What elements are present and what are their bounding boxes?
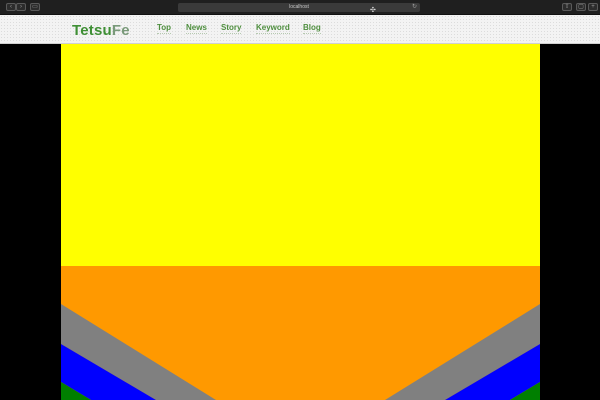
sidebar-icon: ▭ [32, 4, 38, 10]
tabs-button[interactable]: ▢ [576, 3, 586, 11]
tabs-icon: ▢ [578, 4, 584, 10]
reload-icon[interactable]: ↻ [412, 4, 417, 11]
back-button[interactable]: ‹ [6, 3, 16, 11]
nav-item-story[interactable]: Story [221, 23, 242, 34]
nav-item-blog[interactable]: Blog [303, 23, 321, 34]
logo-text-primary: Tetsu [72, 22, 112, 39]
logo-text-secondary: Fe [111, 22, 130, 39]
sidebar-toggle-button[interactable]: ▭ [30, 3, 40, 11]
mouse-cursor-icon: ✣ [370, 7, 376, 14]
chevron-right-icon: › [20, 4, 22, 10]
forward-button[interactable]: › [16, 3, 26, 11]
chevron-left-icon: ‹ [10, 4, 12, 10]
browser-toolbar: ‹ › ▭ localhost ↻ ✣ ⇧ ▢ + [0, 0, 600, 15]
site-logo[interactable]: TetsuFe [72, 22, 130, 40]
chevron-stripes [61, 304, 540, 400]
share-icon: ⇧ [564, 4, 570, 10]
new-tab-button[interactable]: + [588, 3, 598, 11]
address-text: localhost [289, 4, 309, 10]
nav-item-news[interactable]: News [186, 23, 207, 34]
plus-icon: + [591, 4, 595, 10]
nav-item-top[interactable]: Top [157, 23, 172, 34]
nav-item-keyword[interactable]: Keyword [256, 23, 290, 34]
main-visual [61, 44, 540, 400]
address-bar[interactable]: localhost ↻ [178, 3, 420, 12]
share-button[interactable]: ⇧ [562, 3, 572, 11]
